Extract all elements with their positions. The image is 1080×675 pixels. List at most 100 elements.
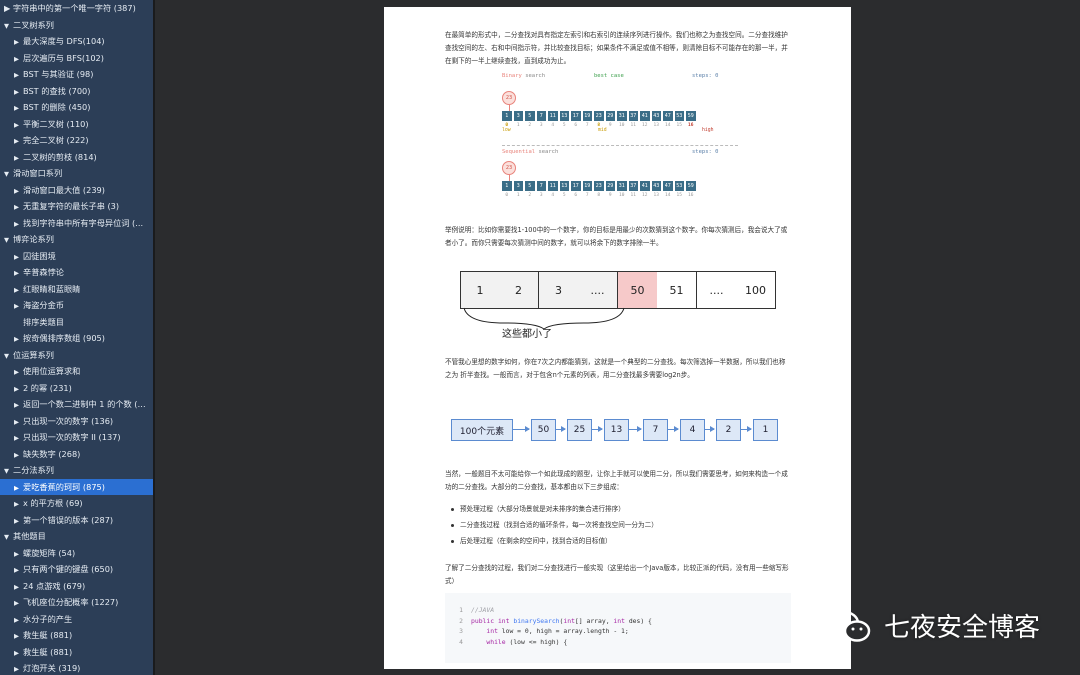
sidebar-item[interactable]: ▶ x 的平方根 (69) xyxy=(0,495,153,512)
sidebar-item[interactable]: ▶ 救生艇 (881) xyxy=(0,627,153,644)
sidebar-item[interactable]: ▶ 平衡二叉树 (110) xyxy=(0,116,153,133)
sidebar-item[interactable]: ▶ 只出现一次的数字 (136) xyxy=(0,413,153,430)
chain-node: 1 xyxy=(753,419,778,441)
collapse-icon[interactable]: ▶ xyxy=(14,100,23,116)
sidebar-item[interactable]: ▶ 救生艇 (881) xyxy=(0,644,153,661)
expand-icon[interactable]: ▼ xyxy=(4,232,13,248)
collapse-icon[interactable]: ▶ xyxy=(14,595,23,611)
mid-label: mid xyxy=(598,128,607,133)
sidebar-category[interactable]: ▼ 位运算系列 xyxy=(0,347,153,364)
sidebar-item[interactable]: ▶ BST 与其验证 (98) xyxy=(0,66,153,83)
collapse-icon[interactable]: ▶ xyxy=(14,579,23,595)
sidebar-item[interactable]: ▶ 滑动窗口最大值 (239) xyxy=(0,182,153,199)
arrow-icon xyxy=(705,426,715,432)
collapse-icon[interactable]: ▶ xyxy=(14,414,23,430)
collapse-icon[interactable]: ▶ xyxy=(14,150,23,166)
collapse-icon[interactable]: ▶ xyxy=(14,480,23,496)
sidebar-item[interactable]: ▶ 完全二叉树 (222) xyxy=(0,132,153,149)
sidebar-item[interactable]: ▶ BST 的查找 (700) xyxy=(0,83,153,100)
code-line: 1 //JAVA xyxy=(445,605,791,616)
collapse-icon[interactable]: ▶ xyxy=(14,216,23,232)
collapse-icon[interactable]: ▶ xyxy=(14,364,23,380)
sidebar-item[interactable]: ▶ 二叉树的剪枝 (814) xyxy=(0,149,153,166)
expand-icon[interactable]: ▼ xyxy=(4,348,13,364)
array-cell: 23 xyxy=(594,111,604,121)
chain-node: 25 xyxy=(567,419,592,441)
expand-icon[interactable]: ▼ xyxy=(4,166,13,182)
collapse-icon[interactable]: ▶ xyxy=(14,546,23,562)
collapse-icon[interactable]: ▶ xyxy=(14,562,23,578)
steps-list: 预处理过程（大部分场景就是对未排序的集合进行排序） 二分查找过程（找到合适的循环条… xyxy=(445,501,791,549)
sidebar-item[interactable]: 排序类题目 xyxy=(0,314,153,331)
sidebar-item[interactable]: ▶ 第一个错误的版本 (287) xyxy=(0,512,153,529)
sidebar-category[interactable]: ▼ 二叉树系列 xyxy=(0,17,153,34)
sidebar-item[interactable]: ▶ 24 点游戏 (679) xyxy=(0,578,153,595)
sidebar-item[interactable]: ▶ 水分子的产生 xyxy=(0,611,153,628)
collapse-icon[interactable]: ▶ xyxy=(14,51,23,67)
collapse-icon[interactable]: ▶ xyxy=(14,183,23,199)
collapse-icon[interactable]: ▶ xyxy=(14,645,23,661)
collapse-icon[interactable]: ▶ xyxy=(14,117,23,133)
sidebar-item[interactable]: ▶ 海盗分金币 xyxy=(0,297,153,314)
target-marker-2: 23 xyxy=(502,161,516,175)
collapse-icon[interactable]: ▶ xyxy=(14,249,23,265)
sidebar-item[interactable]: ▶ 无重复字符的最长子串 (3) xyxy=(0,198,153,215)
sidebar-item[interactable]: ▶ 爱吃香蕉的珂珂 (875) xyxy=(0,478,153,496)
array-cell: 17 xyxy=(571,111,581,121)
collapse-icon[interactable]: ▶ xyxy=(14,34,23,50)
sidebar-item[interactable]: ▶ 红眼睛和蓝眼睛 xyxy=(0,281,153,298)
array-index: 9 xyxy=(608,193,612,198)
collapse-icon[interactable]: ▶ xyxy=(14,331,23,347)
collapse-icon[interactable]: ▶ xyxy=(14,612,23,628)
paragraph-steps: 当然，一般题目不太可能给你一个如此现成的题型，让你上手就可以使用二分，所以我们需… xyxy=(445,470,788,491)
collapse-icon[interactable]: ▶ xyxy=(14,430,23,446)
collapse-icon[interactable]: ▶ xyxy=(14,496,23,512)
collapse-icon[interactable]: ▶ xyxy=(14,133,23,149)
array-cell: 3 xyxy=(513,181,523,191)
collapse-icon[interactable]: ▶ xyxy=(14,397,23,413)
sidebar-item[interactable]: ▶ 字符串中的第一个唯一字符 (387) xyxy=(0,0,153,17)
sidebar-category[interactable]: ▼ 滑动窗口系列 xyxy=(0,165,153,182)
collapse-icon[interactable]: ▶ xyxy=(14,661,23,675)
sidebar-item[interactable]: ▶ 使用位运算求和 xyxy=(0,363,153,380)
sidebar-item[interactable]: ▶ 层次遍历与 BFS(102) xyxy=(0,50,153,67)
collapse-icon[interactable]: ▶ xyxy=(14,282,23,298)
sidebar-item[interactable]: ▶ 飞机座位分配概率 (1227) xyxy=(0,594,153,611)
collapse-icon[interactable]: ▶ xyxy=(14,381,23,397)
sidebar-item[interactable]: ▶ 辛普森悖论 xyxy=(0,264,153,281)
sidebar-item[interactable]: ▶ 灯泡开关 (319) xyxy=(0,660,153,675)
sidebar-item[interactable]: ▶ BST 的删除 (450) xyxy=(0,99,153,116)
expand-icon[interactable]: ▼ xyxy=(4,529,13,545)
collapse-icon[interactable]: ▶ xyxy=(14,67,23,83)
sidebar-item-label: 灯泡开关 (319) xyxy=(23,663,81,673)
sidebar-item[interactable]: ▶ 最大深度与 DFS(104) xyxy=(0,33,153,50)
expand-icon[interactable]: ▼ xyxy=(4,463,13,479)
chain-node: 50 xyxy=(531,419,556,441)
sidebar-item-label: 救生艇 (881) xyxy=(23,630,73,640)
collapse-icon[interactable]: ▶ xyxy=(14,447,23,463)
expand-icon[interactable]: ▼ xyxy=(4,18,13,34)
collapse-icon[interactable]: ▶ xyxy=(14,628,23,644)
sidebar-item[interactable]: ▶ 只有两个键的键盘 (650) xyxy=(0,561,153,578)
sidebar-item[interactable]: ▶ 螺旋矩阵 (54) xyxy=(0,545,153,562)
sidebar-item-label: 完全二叉树 (222) xyxy=(23,135,89,145)
sidebar-item[interactable]: ▶ 找到字符串中所有字母异位词 (... xyxy=(0,215,153,232)
sidebar-item[interactable]: ▶ 囚徒困境 xyxy=(0,248,153,265)
anim2-title-2: search xyxy=(538,149,559,155)
array-cells: 1 3 5 7 11 13 17 19 23 29 31 37 41 43 47 53 59 xyxy=(502,111,738,121)
collapse-icon[interactable]: ▶ xyxy=(14,513,23,529)
sidebar-item[interactable]: ▶ 按奇偶排序数组 (905) xyxy=(0,330,153,347)
sidebar-category[interactable]: ▼ 二分法系列 xyxy=(0,462,153,479)
sidebar-item-label: 只出现一次的数字 (136) xyxy=(23,415,114,426)
sidebar-category[interactable]: ▼ 其他题目 xyxy=(0,528,153,545)
sidebar-item[interactable]: ▶ 2 的幂 (231) xyxy=(0,380,153,397)
collapse-icon[interactable]: ▶ xyxy=(14,265,23,281)
sidebar-item[interactable]: ▶ 只出现一次的数字 II (137) xyxy=(0,429,153,446)
sidebar-item[interactable]: ▶ 返回一个数二进制中 1 的个数 (19... xyxy=(0,396,153,413)
array-index: 15 xyxy=(676,193,682,198)
collapse-icon[interactable]: ▶ xyxy=(14,298,23,314)
collapse-icon[interactable]: ▶ xyxy=(14,199,23,215)
sidebar-item[interactable]: ▶ 缺失数字 (268) xyxy=(0,446,153,463)
sidebar-category[interactable]: ▼ 博弈论系列 xyxy=(0,231,153,248)
collapse-icon[interactable]: ▶ xyxy=(14,84,23,100)
